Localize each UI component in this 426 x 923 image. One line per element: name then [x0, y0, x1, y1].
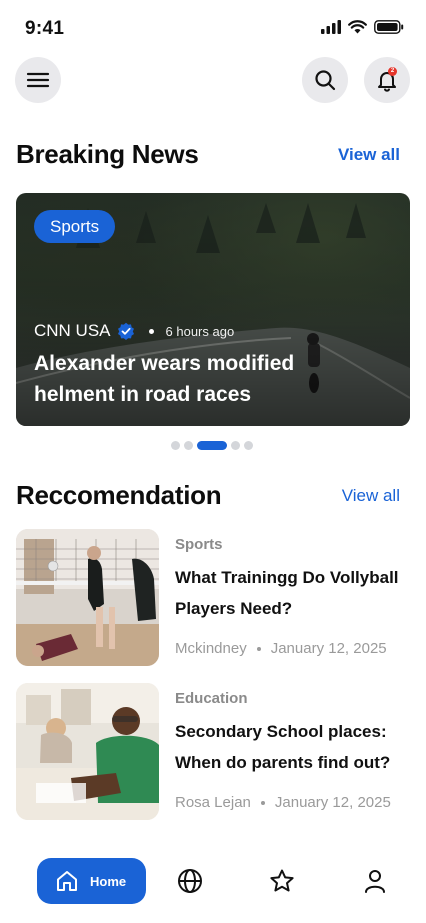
status-icons	[321, 20, 404, 34]
signal-icon	[321, 20, 341, 34]
notifications-button[interactable]: 2	[364, 57, 410, 103]
pager-dot-active[interactable]	[197, 441, 227, 450]
meta-separator	[148, 328, 154, 334]
pager-dot[interactable]	[171, 441, 180, 450]
recommendation-card[interactable]: Education Secondary School places: When …	[16, 683, 410, 820]
recommendation-card[interactable]: Sports What Trainingg Do Vollyball Playe…	[16, 529, 410, 666]
pager-dot[interactable]	[184, 441, 193, 450]
classroom-image	[16, 683, 159, 820]
bottom-tab-bar: Home	[0, 852, 426, 912]
card-thumbnail	[16, 683, 159, 820]
meta-separator	[256, 646, 261, 651]
breaking-news-title: Breaking News	[16, 139, 199, 169]
hero-source: CNN USA	[34, 321, 111, 340]
card-category: Sports	[175, 536, 223, 553]
volleyball-image	[16, 529, 159, 666]
verified-badge-icon	[117, 322, 134, 340]
pager-dot[interactable]	[231, 441, 240, 450]
meta-separator	[260, 800, 265, 805]
battery-icon	[374, 20, 404, 34]
recommendation-title: Reccomendation	[16, 480, 222, 510]
card-category: Education	[175, 690, 248, 707]
breaking-view-all-link[interactable]: View all	[338, 145, 400, 165]
wifi-icon	[348, 20, 367, 34]
profile-icon[interactable]	[362, 868, 388, 894]
hamburger-icon	[26, 72, 50, 88]
tab-home-label: Home	[90, 873, 127, 889]
hero-meta: CNN USA 6 hours ago	[34, 321, 234, 341]
hero-headline: Alexander wears modified helment in road…	[34, 352, 295, 406]
breaking-news-hero-card[interactable]: Sports CNN USA 6 hours ago Alexander wea…	[16, 193, 410, 426]
card-date: January 12, 2025	[274, 794, 391, 811]
hero-category-tag[interactable]: Sports	[34, 210, 116, 243]
card-date: January 12, 2025	[270, 640, 387, 657]
card-meta: Rosa Lejan January 12, 2025	[175, 794, 391, 811]
card-title: Secondary School places: When do parents…	[175, 722, 391, 772]
search-icon	[315, 70, 336, 91]
hero-time: 6 hours ago	[165, 323, 235, 339]
tab-home[interactable]: Home	[37, 858, 146, 904]
card-author: Mckindney	[175, 640, 247, 657]
home-icon	[57, 871, 77, 891]
card-title: What Trainingg Do Vollyball Players Need…	[175, 568, 399, 618]
notification-badge: 2	[388, 67, 397, 76]
carousel-pager	[171, 441, 253, 450]
search-button[interactable]	[302, 57, 348, 103]
globe-icon[interactable]	[177, 868, 203, 894]
menu-button[interactable]	[15, 57, 61, 103]
pager-dot[interactable]	[244, 441, 253, 450]
card-author: Rosa Lejan	[175, 794, 251, 811]
status-bar: 9:41	[0, 0, 426, 56]
recommendation-view-all-link[interactable]: View all	[342, 486, 400, 506]
card-meta: Mckindney January 12, 2025	[175, 640, 387, 657]
star-icon[interactable]	[269, 868, 295, 894]
status-time: 9:41	[25, 18, 65, 39]
card-thumbnail	[16, 529, 159, 666]
